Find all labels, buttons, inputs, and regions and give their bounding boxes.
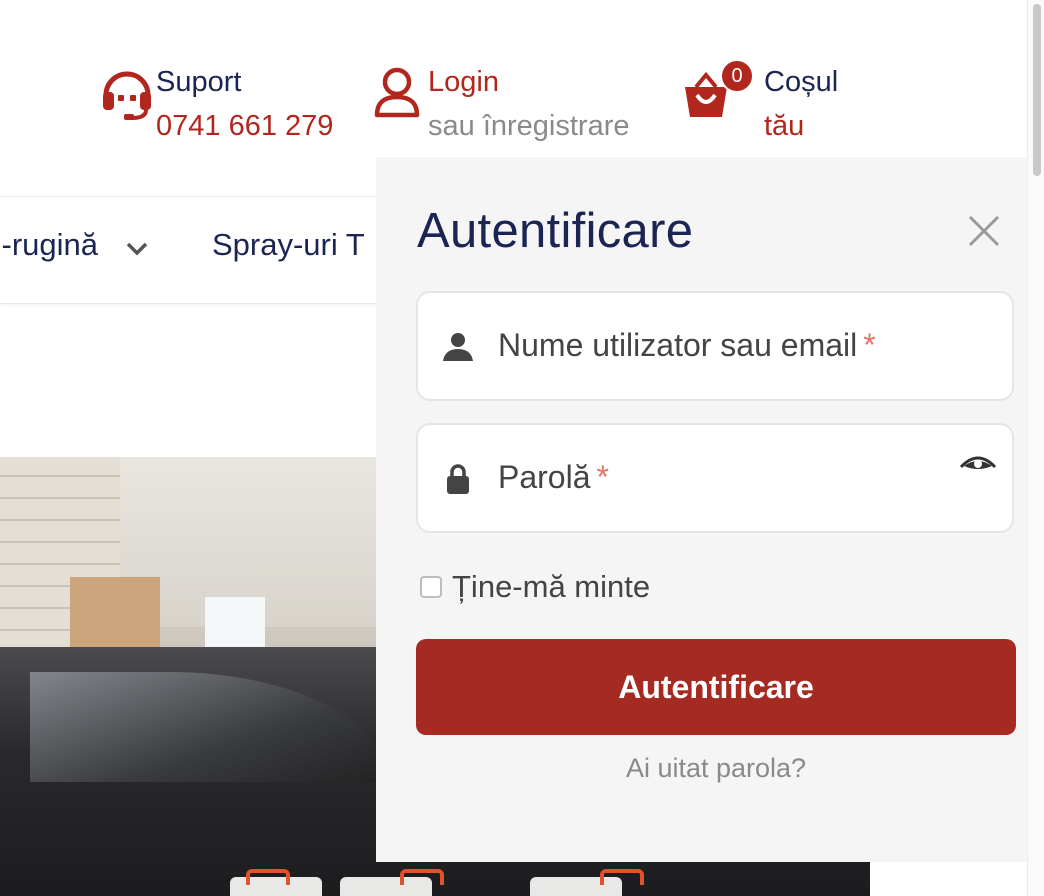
username-field[interactable]: Nume utilizator sau email * — [416, 291, 1014, 401]
login-panel: Autentificare Nume utilizator sau email *… — [376, 157, 1027, 862]
close-icon[interactable] — [966, 213, 1002, 249]
required-mark: * — [596, 459, 609, 495]
cart-subtitle: tău — [764, 110, 805, 142]
lock-icon — [442, 463, 474, 495]
cart-block[interactable]: 0 Coșul tău — [682, 59, 839, 148]
nav-item-anti-rust[interactable]: ti-rugină — [0, 227, 149, 265]
remember-me[interactable]: Ține-mă minte — [420, 569, 650, 605]
scrollbar-thumb[interactable] — [1033, 4, 1041, 176]
cart-count-badge: 0 — [720, 59, 754, 93]
login-submit-button[interactable]: Autentificare — [416, 639, 1016, 735]
login-link[interactable]: Login — [428, 60, 630, 104]
user-solid-icon — [442, 331, 474, 363]
shopping-bag-icon: 0 — [682, 59, 754, 126]
username-placeholder: Nume utilizator sau email — [498, 327, 858, 363]
nav-item-sprays[interactable]: Spray-uri T — [212, 227, 365, 263]
nav-item-label: Spray-uri T — [212, 227, 365, 262]
login-panel-title: Autentificare — [417, 204, 694, 258]
eye-icon[interactable] — [958, 453, 998, 481]
support-title: Suport — [156, 66, 242, 98]
headset-icon — [100, 60, 156, 126]
register-link[interactable]: sau înregistrare — [428, 104, 630, 148]
remember-label: Ține-mă minte — [452, 569, 651, 604]
cart-title: Coșul — [764, 66, 839, 98]
support-block[interactable]: Suport 0741 661 279 — [100, 60, 333, 148]
nav-item-label: ti-rugină — [0, 227, 98, 262]
forgot-password-link[interactable]: Ai uitat parola? — [416, 753, 1016, 784]
user-icon — [372, 60, 428, 126]
password-field[interactable]: Parolă * — [416, 423, 1014, 533]
remember-checkbox[interactable] — [420, 576, 442, 598]
login-block[interactable]: Login sau înregistrare — [372, 60, 630, 148]
required-mark: * — [863, 327, 876, 363]
support-phone-link[interactable]: 0741 661 279 — [156, 104, 333, 148]
password-placeholder: Parolă — [498, 459, 591, 495]
chevron-down-icon — [125, 229, 149, 265]
